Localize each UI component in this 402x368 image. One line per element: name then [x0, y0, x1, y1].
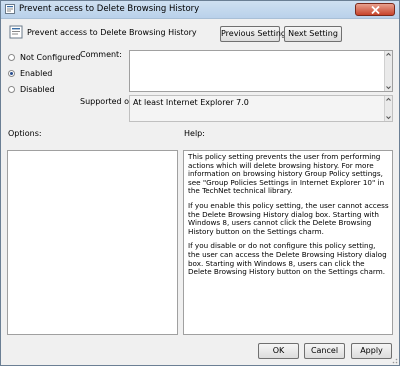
radio-label: Enabled — [20, 69, 53, 78]
resize-grip-icon[interactable] — [390, 356, 398, 364]
comment-field[interactable] — [129, 50, 393, 92]
policy-dialog: Prevent access to Delete Browsing Histor… — [0, 0, 400, 366]
title-bar[interactable]: Prevent access to Delete Browsing Histor… — [1, 1, 399, 19]
help-paragraph: This policy setting prevents the user fr… — [188, 152, 385, 196]
radio-button[interactable] — [8, 54, 15, 61]
radio-disabled[interactable]: Disabled — [8, 85, 55, 94]
comment-label: Comment: — [80, 50, 122, 59]
help-panel: This policy setting prevents the user fr… — [183, 150, 393, 335]
close-icon — [371, 6, 380, 14]
supported-on-field: At least Internet Explorer 7.0 — [129, 95, 393, 122]
help-paragraph: If you enable this policy setting, the u… — [188, 200, 389, 236]
radio-label: Not Configured — [20, 53, 81, 62]
supported-scrollbar[interactable] — [384, 96, 392, 121]
options-panel — [7, 150, 178, 335]
help-paragraph: If you disable or do not configure this … — [188, 241, 387, 277]
radio-enabled[interactable]: Enabled — [8, 69, 52, 78]
comment-scrollbar[interactable] — [384, 51, 392, 91]
help-label: Help: — [184, 129, 205, 138]
radio-not-configured[interactable]: Not Configured — [8, 53, 80, 62]
window-title: Prevent access to Delete Browsing Histor… — [19, 4, 200, 14]
scroll-up-icon[interactable] — [385, 96, 392, 103]
apply-button[interactable]: Apply — [351, 343, 392, 359]
radio-button[interactable] — [8, 70, 15, 77]
cancel-button[interactable]: Cancel — [304, 343, 345, 359]
radio-label: Disabled — [20, 85, 55, 94]
scroll-up-icon[interactable] — [385, 51, 392, 58]
setting-title: Prevent access to Delete Browsing Histor… — [27, 28, 197, 37]
setting-icon — [9, 25, 23, 39]
options-label: Options: — [8, 129, 42, 138]
next-setting-button[interactable]: Next Setting — [284, 26, 342, 42]
close-button[interactable] — [355, 3, 395, 16]
scroll-down-icon[interactable] — [385, 84, 392, 91]
radio-button[interactable] — [8, 86, 15, 93]
scroll-down-icon[interactable] — [385, 114, 392, 121]
ok-button[interactable]: OK — [258, 343, 299, 359]
supported-on-value: At least Internet Explorer 7.0 — [133, 98, 249, 107]
previous-setting-button[interactable]: Previous Setting — [220, 26, 286, 42]
policy-icon — [5, 4, 15, 14]
